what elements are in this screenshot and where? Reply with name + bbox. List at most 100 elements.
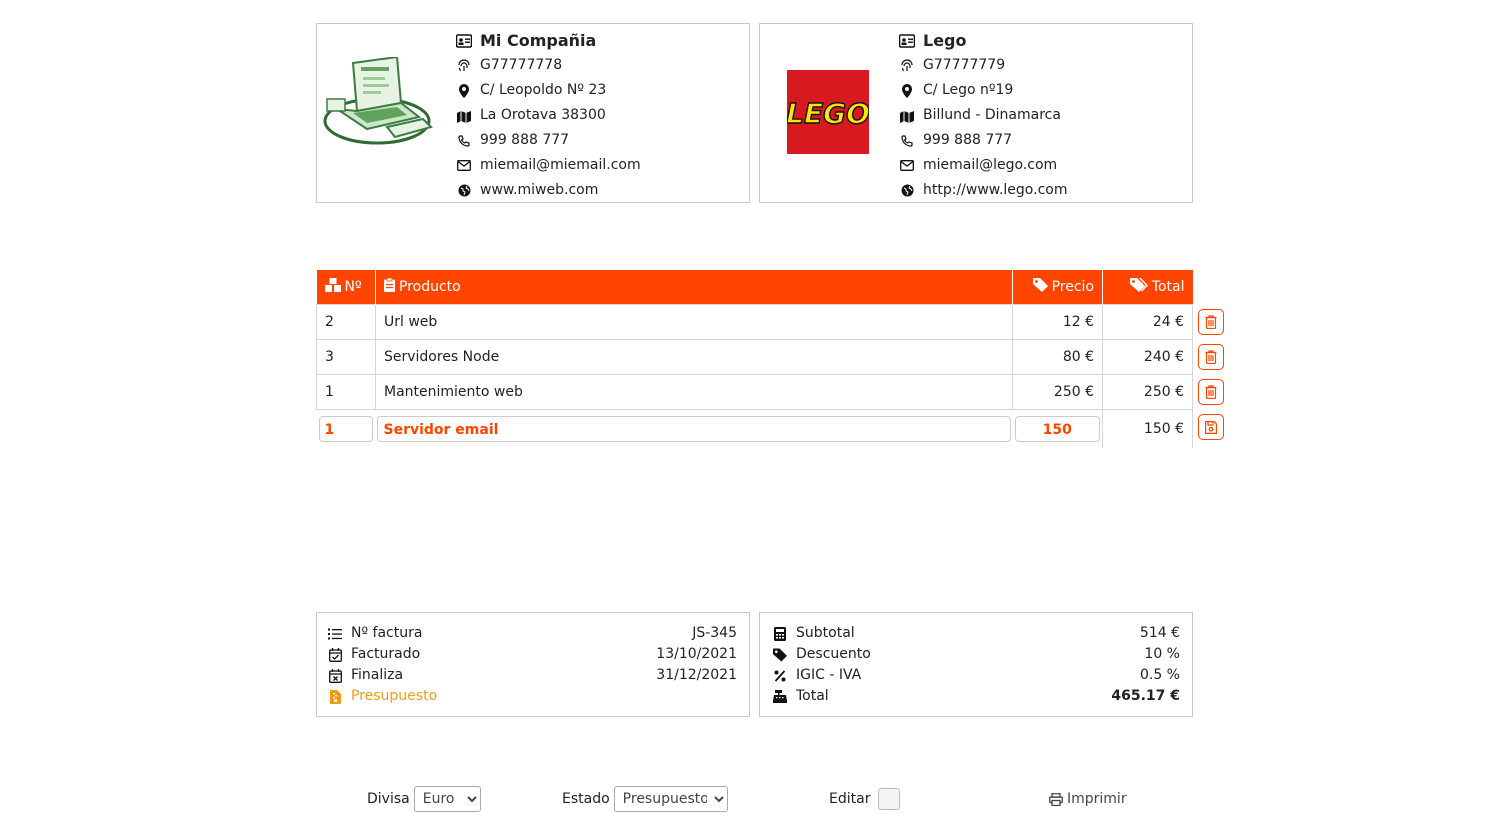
invoice-status-row: Presupuesto: [328, 686, 737, 707]
currency-select[interactable]: Euro: [413, 786, 481, 812]
discount-label: Descuento: [796, 646, 871, 662]
row-price: 250 €: [1012, 374, 1104, 410]
row-price: 12 €: [1012, 304, 1104, 340]
row-qty: 3: [316, 339, 376, 375]
client-cif: G77777779: [923, 57, 1006, 73]
row-product: Servidores Node: [374, 339, 1014, 375]
edit-qty-cell: 1: [317, 410, 376, 449]
total-value: 465.17 €: [1111, 688, 1180, 704]
fingerprint-icon: [899, 58, 915, 74]
invoice-billed-value: 13/10/2021: [656, 646, 737, 662]
phone-icon: [899, 133, 915, 149]
company-phone-row: 999 888 777: [456, 128, 641, 153]
invoice-info-card: Nº factura JS-345 Facturado 13/10/2021 F…: [316, 612, 750, 717]
company-web: www.miweb.com: [480, 182, 599, 198]
row-qty: 1: [316, 374, 376, 410]
company-phone: 999 888 777: [480, 132, 570, 148]
status-select[interactable]: Presupuesto: [613, 786, 728, 812]
tag-icon: [773, 647, 787, 662]
row-product: Url web: [374, 304, 1014, 340]
col-header-price[interactable]: Precio: [1012, 270, 1104, 305]
table-row: 3 Servidores Node 80 € 240 €: [316, 339, 1193, 375]
invoice-ends-row: Finaliza 31/12/2021: [328, 665, 737, 686]
tax-label: IGIC - IVA: [796, 667, 862, 683]
row-total: 240 €: [1102, 339, 1193, 375]
tax-row: IGIC - IVA 0.5 %: [773, 665, 1180, 686]
id-card-icon: [899, 33, 915, 49]
client-phone: 999 888 777: [923, 132, 1013, 148]
client-logo: LEGO: [785, 70, 871, 158]
edit-price-input[interactable]: 150: [1014, 416, 1101, 442]
company-logo: [323, 55, 435, 155]
trash-icon: [1205, 350, 1217, 364]
subtotal-label: Subtotal: [796, 625, 855, 641]
invoice-status: Presupuesto: [351, 688, 438, 704]
company-address-row: C/ Leopoldo Nº 23: [456, 78, 641, 103]
id-card-icon: [456, 33, 472, 49]
total-row: Total 465.17 €: [773, 686, 1180, 707]
company-address: C/ Leopoldo Nº 23: [480, 82, 607, 98]
save-row-button[interactable]: [1198, 414, 1224, 440]
phone-icon: [456, 133, 472, 149]
company-email-row: miemail@miemail.com: [456, 153, 641, 178]
subtotal-row: Subtotal 514 €: [773, 623, 1180, 644]
file-icon: [328, 689, 342, 704]
client-address: C/ Lego nº19: [923, 82, 1014, 98]
company-card: Mi Compañia G77777778 C/ Leopoldo Nº 23 …: [316, 23, 750, 203]
col-header-total[interactable]: Total: [1102, 270, 1193, 305]
total-label: Total: [796, 688, 829, 704]
calendar-check-icon: [328, 647, 342, 662]
tag-icon: [1032, 278, 1048, 296]
edit-control: Editar: [829, 786, 901, 812]
invoice-number-row: Nº factura JS-345: [328, 623, 737, 644]
client-city-row: Billund - Dinamarca: [899, 103, 1067, 128]
tax-value: 0.5 %: [1139, 667, 1180, 683]
company-city-row: La Orotava 38300: [456, 103, 641, 128]
col-header-product[interactable]: Producto: [375, 270, 1014, 305]
tags-icon: [1129, 278, 1148, 296]
client-card: LEGO Lego G77777779 C/ Lego nº19 Billund…: [759, 23, 1193, 203]
table-row: 2 Url web 12 € 24 €: [316, 304, 1193, 340]
company-email: miemail@miemail.com: [480, 157, 641, 173]
clipboard-icon: [383, 277, 395, 296]
invoice-billed-row: Facturado 13/10/2021: [328, 644, 737, 665]
invoice-ends-value: 31/12/2021: [656, 667, 737, 683]
edit-qty-input[interactable]: 1: [318, 416, 374, 442]
delete-row-button[interactable]: [1198, 344, 1224, 370]
client-city: Billund - Dinamarca: [923, 107, 1061, 123]
table-header: Nº Producto Precio Total: [316, 270, 1193, 305]
mail-icon: [899, 158, 915, 174]
map-icon: [456, 108, 472, 124]
print-icon: [1049, 792, 1063, 806]
delete-row-button[interactable]: [1198, 379, 1224, 405]
col-header-num[interactable]: Nº: [316, 270, 376, 305]
boxes-icon: [324, 278, 341, 296]
row-qty: 2: [316, 304, 376, 340]
edit-price-cell: 150: [1013, 410, 1103, 449]
list-ol-icon: [328, 627, 342, 641]
print-button[interactable]: Imprimir: [1049, 786, 1127, 812]
globe-icon: [456, 183, 472, 199]
currency-label: Divisa: [367, 791, 410, 807]
company-name: Mi Compañia: [480, 31, 597, 50]
edit-label: Editar: [829, 791, 871, 807]
trash-icon: [1205, 315, 1217, 329]
row-product: Mantenimiento web: [374, 374, 1014, 410]
map-pin-icon: [456, 83, 472, 99]
company-name-row: Mi Compañia: [456, 28, 641, 53]
trash-icon: [1205, 385, 1217, 399]
delete-row-button[interactable]: [1198, 309, 1224, 335]
edit-total: 150 €: [1102, 409, 1193, 448]
items-table: Nº Producto Precio Total 2 Url web 12 € …: [316, 270, 1193, 448]
subtotal-value: 514 €: [1139, 625, 1180, 641]
company-cif: G77777778: [480, 57, 563, 73]
calendar-times-icon: [328, 668, 342, 683]
save-icon: [1205, 420, 1217, 434]
calculator-icon: [773, 626, 787, 641]
discount-value: 10 %: [1144, 646, 1180, 662]
discount-row: Descuento 10 %: [773, 644, 1180, 665]
client-address-row: C/ Lego nº19: [899, 78, 1067, 103]
edit-product-input[interactable]: Servidor email: [377, 416, 1011, 442]
edit-product-cell: Servidor email: [375, 410, 1012, 449]
edit-checkbox[interactable]: [878, 788, 901, 810]
